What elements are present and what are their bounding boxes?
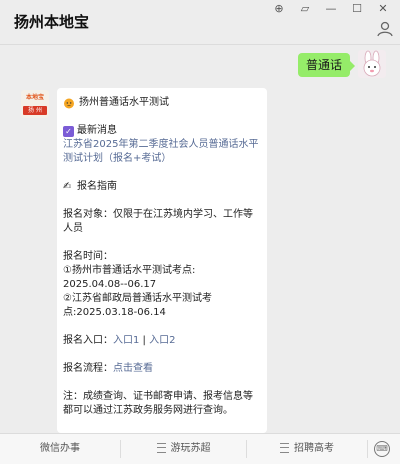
note-text: 注：成绩查询、证书邮寄申请、报考信息等都可以通过江苏政务服务网进行查询。 xyxy=(63,391,253,416)
menu-wechat-services[interactable]: 微信办事 xyxy=(0,434,120,464)
target-text: 报名对象：仅限于在江苏境内学习、工作等人员 xyxy=(63,209,253,234)
menu-list-icon xyxy=(280,443,289,453)
title-bar: 扬州本地宝 ⊕ ▱ — ☐ ✕ xyxy=(0,0,400,44)
time-item-2b: 点:2025.03.18-06.14 xyxy=(63,307,166,318)
menu-label: 微信办事 xyxy=(40,443,80,454)
entry-2-link[interactable]: 入口2 xyxy=(149,335,175,346)
avatar-city-text: 扬 州 xyxy=(23,106,47,115)
time-item-1b: 2025.04.08--06.17 xyxy=(63,279,157,290)
menu-label: 招聘高考 xyxy=(294,443,334,454)
official-account-avatar[interactable]: 本地宝 扬 州 xyxy=(21,90,49,118)
window-title: 扬州本地宝 xyxy=(14,13,90,31)
close-icon[interactable]: ✕ xyxy=(370,0,396,18)
flow-link[interactable]: 点击查看 xyxy=(113,363,153,374)
flow-label: 报名流程： xyxy=(63,363,113,374)
news-link[interactable]: 江苏省2025年第二季度社会人员普通话水平测试计划（报名+考试） xyxy=(63,138,261,166)
time-item-1a: ①扬州市普通话水平测试考点: xyxy=(63,265,196,276)
menu-list-icon xyxy=(156,443,166,453)
rabbit-avatar-icon xyxy=(363,50,381,77)
restore-small-icon[interactable]: ▱ xyxy=(292,0,318,18)
writing-hand-icon: ✍ xyxy=(63,181,72,192)
entry-row: 报名入口：入口1 | 入口2 xyxy=(63,334,261,348)
card-header: 扬州普通话水平测试 xyxy=(63,96,261,110)
bottom-menu-bar: 微信办事 游玩苏超 招聘高考 ⌨ xyxy=(0,433,400,464)
maximize-icon[interactable]: ☐ xyxy=(344,0,370,18)
card-title: 扬州普通话水平测试 xyxy=(79,97,169,108)
news-heading: ✓ 最新消息 xyxy=(63,124,261,138)
entry-label: 报名入口： xyxy=(63,335,113,346)
guide-label: 报名指南 xyxy=(77,181,117,192)
message-card[interactable]: 扬州普通话水平测试 ✓ 最新消息 江苏省2025年第二季度社会人员普通话水平测试… xyxy=(57,88,267,433)
menu-tour-super[interactable]: 游玩苏超 xyxy=(121,434,246,464)
tiger-emoji-icon xyxy=(64,98,74,109)
keyboard-switch-icon[interactable]: ⌨ xyxy=(374,441,390,457)
avatar-brand-text: 本地宝 xyxy=(25,94,44,101)
time-label: 报名时间： xyxy=(63,251,113,262)
news-label: 最新消息 xyxy=(77,125,117,136)
time-item-2a: ②江苏省邮政局普通话水平测试考 xyxy=(63,293,212,304)
guide-heading: ✍ 报名指南 xyxy=(63,180,261,194)
pin-icon[interactable]: ⊕ xyxy=(266,0,292,18)
flow-row: 报名流程：点击查看 xyxy=(63,362,261,376)
contact-profile-icon[interactable] xyxy=(376,20,394,38)
checkmark-icon: ✓ xyxy=(63,125,74,137)
title-divider xyxy=(0,44,400,45)
entry-1-link[interactable]: 入口1 xyxy=(113,335,139,346)
menu-divider xyxy=(367,440,368,458)
my-avatar[interactable] xyxy=(358,50,386,78)
menu-recruit-exam[interactable]: 招聘高考 xyxy=(247,434,367,464)
menu-label: 游玩苏超 xyxy=(170,443,211,454)
window-controls: ⊕ ▱ — ☐ ✕ xyxy=(266,0,396,18)
entry-separator: | xyxy=(139,335,150,346)
my-message-bubble[interactable]: 普通话 xyxy=(297,53,356,77)
minimize-icon[interactable]: — xyxy=(318,0,344,18)
